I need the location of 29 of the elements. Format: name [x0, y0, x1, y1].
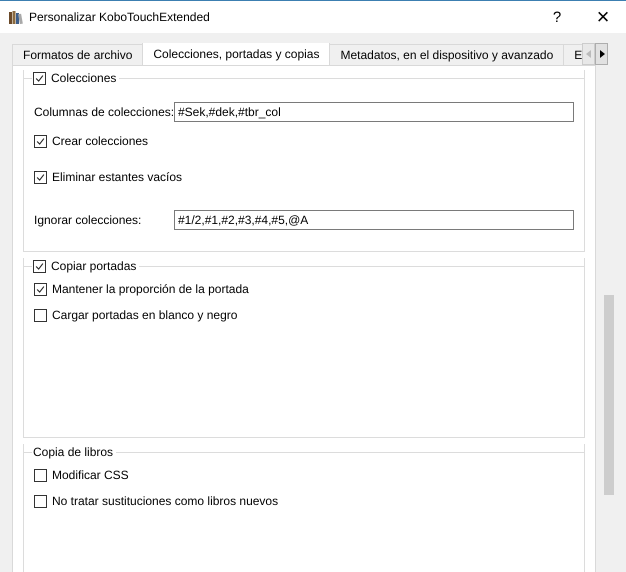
checkbox[interactable]: [34, 134, 47, 148]
input-field[interactable]: #Sek,#dek,#tbr_col: [174, 102, 574, 122]
books-icon: [8, 9, 24, 25]
scroll-right-icon[interactable]: [595, 43, 608, 65]
checkbox-label: Crear colecciones: [52, 134, 148, 148]
scroll-thumb[interactable]: [604, 295, 614, 495]
group-title: Copiar portadas: [51, 259, 136, 273]
field-label: Ignorar colecciones:: [34, 213, 142, 227]
checkbox-label: Cargar portadas en blanco y negro: [52, 308, 238, 322]
close-button[interactable]: ×: [580, 2, 626, 32]
field-label: Columnas de colecciones:: [34, 105, 174, 119]
checkbox-label: Mantener la proporción de la portada: [52, 282, 249, 296]
checkbox[interactable]: [34, 282, 47, 296]
checkbox-label: Modificar CSS: [52, 468, 129, 482]
checkbox-label: Eliminar estantes vacíos: [52, 170, 182, 184]
checkbox[interactable]: [34, 494, 47, 508]
group-title: Colecciones: [51, 71, 116, 85]
window-title: Personalizar KoboTouchExtended: [29, 10, 210, 24]
checkbox[interactable]: [33, 260, 46, 272]
tab[interactable]: Formatos de archivo: [12, 44, 144, 65]
checkbox[interactable]: [34, 308, 47, 322]
checkbox-label: No tratar sustituciones como libros nuevos: [52, 494, 278, 508]
checkbox[interactable]: [34, 468, 47, 482]
checkbox[interactable]: [33, 72, 46, 84]
help-button[interactable]: ?: [534, 2, 580, 32]
input-field[interactable]: #1/2,#1,#2,#3,#4,#5,@A: [174, 210, 574, 230]
checkbox[interactable]: [34, 170, 47, 184]
group-title: Copia de libros: [33, 445, 114, 459]
tab[interactable]: Colecciones, portadas y copias: [142, 43, 330, 65]
